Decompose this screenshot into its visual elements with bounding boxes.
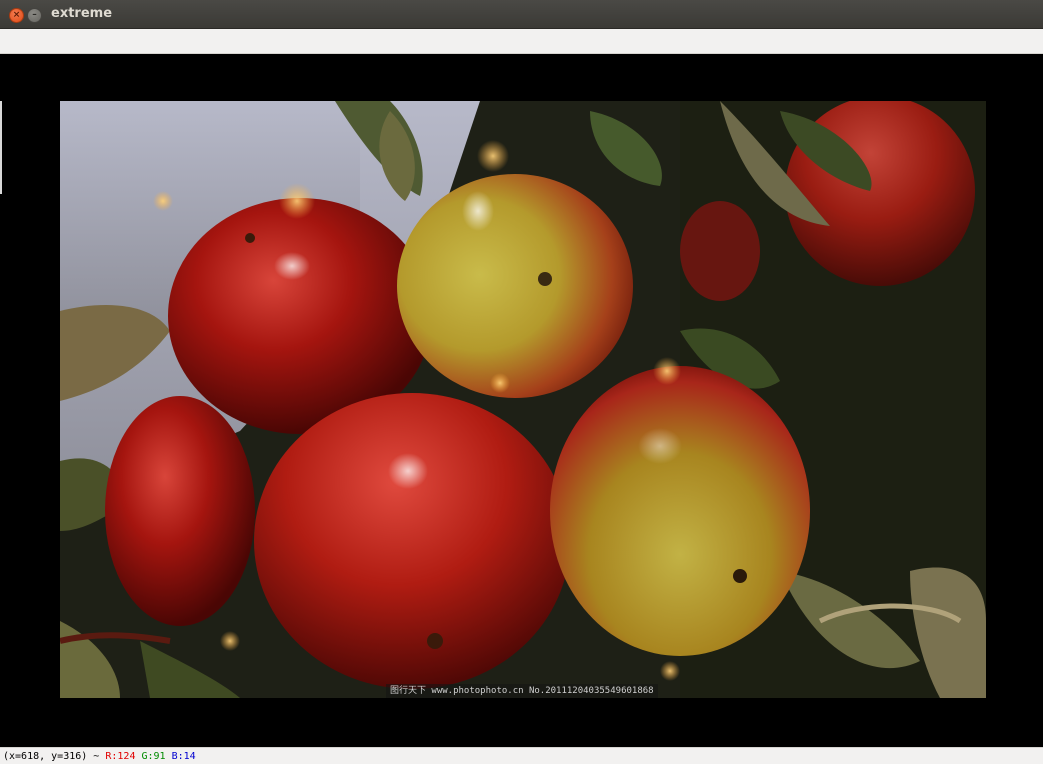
canvas-edge-marker xyxy=(0,101,2,194)
status-bar: (x=618, y=316) ~ R:124 G:91 B:14 xyxy=(0,747,1043,764)
window-title: extreme xyxy=(51,6,113,21)
cursor-coordinates: (x=618, y=316) ~ xyxy=(3,751,100,762)
pixel-red-value: R:124 xyxy=(105,751,136,762)
displayed-image[interactable] xyxy=(60,101,986,698)
app-window: × – extreme 图行天下 www.photophoto.cn No.20… xyxy=(0,0,1043,764)
minimize-window-button[interactable]: – xyxy=(27,8,42,23)
close-icon: × xyxy=(12,10,21,20)
toolbar-area xyxy=(0,29,1043,54)
apple-photo xyxy=(60,101,986,698)
pixel-green-value: G:91 xyxy=(141,751,166,762)
image-watermark: 图行天下 www.photophoto.cn No.20111204035549… xyxy=(386,684,658,698)
title-bar[interactable]: × – extreme xyxy=(0,0,1043,29)
close-window-button[interactable]: × xyxy=(9,8,24,23)
pixel-blue-value: B:14 xyxy=(171,751,196,762)
minimize-icon: – xyxy=(32,10,37,20)
